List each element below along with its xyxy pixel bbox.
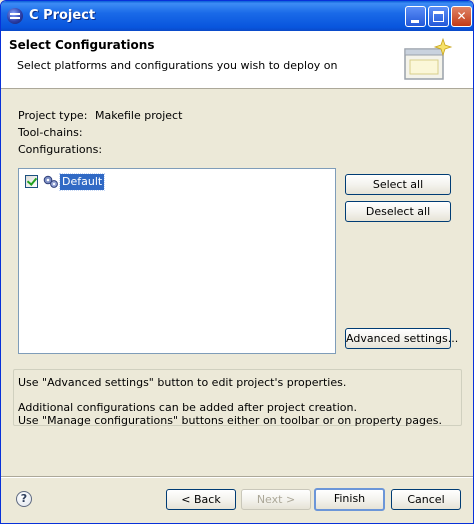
- wizard-banner-icon: [404, 37, 453, 80]
- maximize-icon: [433, 11, 444, 22]
- page-description: Select platforms and configurations you …: [17, 59, 338, 72]
- info-panel: Use "Advanced settings" button to edit p…: [13, 369, 462, 427]
- next-button[interactable]: Next >: [241, 489, 311, 510]
- back-button[interactable]: < Back: [166, 489, 236, 510]
- select-all-button[interactable]: Select all: [345, 174, 451, 195]
- info-text-advanced: Use "Advanced settings" button to edit p…: [18, 376, 347, 389]
- window-title: C Project: [29, 8, 96, 23]
- configurations-label: Configurations:: [18, 143, 103, 156]
- title-bar[interactable]: C Project ✕: [1, 1, 473, 31]
- close-button[interactable]: ✕: [451, 6, 472, 27]
- eclipse-app-icon: [7, 8, 23, 24]
- page-title: Select Configurations: [9, 38, 155, 52]
- finish-button[interactable]: Finish: [314, 488, 385, 511]
- default-config-checkbox[interactable]: [25, 175, 38, 188]
- c-project-dialog: C Project ✕ Select Configurations Select…: [0, 0, 474, 524]
- info-text-manage: Use "Manage configurations" buttons eith…: [18, 414, 442, 427]
- close-icon: ✕: [456, 9, 467, 23]
- info-text-additional: Additional configurations can be added a…: [18, 401, 357, 414]
- toolchains-label: Tool-chains:: [18, 126, 83, 139]
- default-config-label[interactable]: Default: [58, 173, 106, 191]
- maximize-button[interactable]: [428, 6, 449, 27]
- minimize-button[interactable]: [405, 6, 426, 27]
- wizard-header: Select Configurations Select platforms a…: [1, 31, 473, 89]
- deselect-all-button[interactable]: Deselect all: [345, 201, 451, 222]
- cancel-button[interactable]: Cancel: [391, 489, 461, 510]
- minimize-icon: [411, 20, 419, 23]
- configuration-gear-icon: [43, 175, 58, 188]
- help-icon[interactable]: ?: [16, 491, 32, 507]
- configurations-list[interactable]: Default: [18, 168, 336, 354]
- footer-separator: [1, 476, 473, 478]
- project-type-label: Project type:: [18, 109, 88, 122]
- project-type-value: Makefile project: [95, 109, 183, 122]
- advanced-settings-button[interactable]: Advanced settings...: [345, 328, 458, 349]
